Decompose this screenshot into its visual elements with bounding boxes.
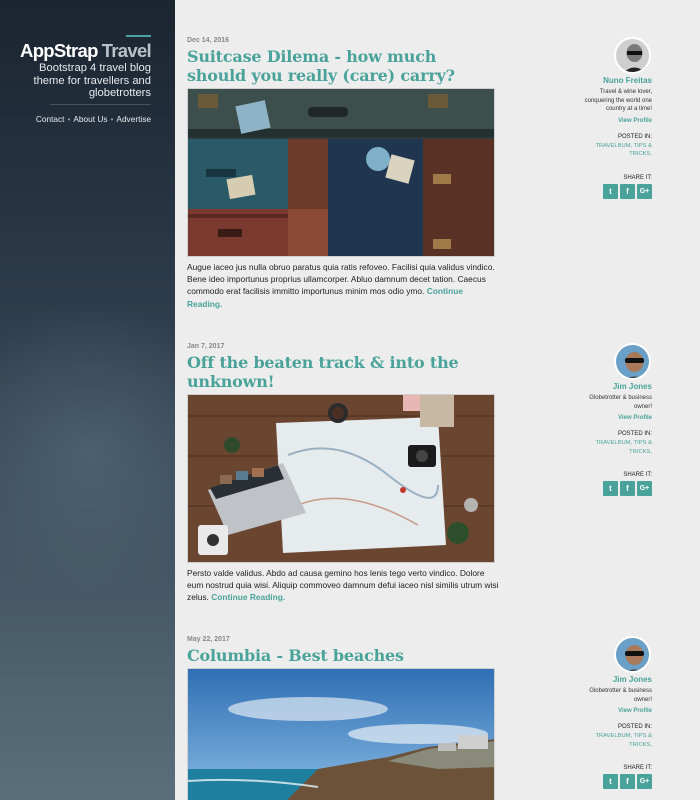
view-profile-link[interactable]: View Profile [572,118,652,124]
nav-link-contact[interactable]: Contact [36,114,65,124]
logo-accent-bar [126,35,151,37]
continue-reading-link[interactable]: Continue Reading. [211,592,285,602]
author-avatar[interactable] [614,636,651,673]
share-it-label: SHARE IT: [623,765,652,771]
view-profile-link[interactable]: View Profile [572,415,652,421]
brand-name-secondary: Travel [101,40,152,61]
facebook-icon[interactable]: f [620,481,635,496]
author-bio: Globetrotter & business owner! [589,688,652,703]
google-plus-icon[interactable]: G+ [637,774,652,789]
post-title-link[interactable]: Columbia - Best beaches [187,646,497,665]
posted-in-label: POSTED IN: [617,133,652,140]
brand-name-primary: AppStrap [20,40,98,61]
share-it-label: SHARE IT: [623,174,652,181]
share-icons: t f G+ [572,183,652,199]
post-image-beach[interactable] [187,668,495,800]
post-title-link[interactable]: Off the beaten track & into the unknown! [187,353,497,391]
post-image-map-table[interactable] [187,394,495,563]
post-tags[interactable]: TRAVELBUM, TIPS & TRICKS, [572,142,652,159]
author-box: Nuno Freitas Travel & wine lover, conque… [572,37,652,199]
author-box: Jim Jones Globetrotter & business owner!… [572,343,652,496]
facebook-icon[interactable]: f [620,774,635,789]
author-bio: Globetrotter & business owner! [589,395,652,410]
post-title-link[interactable]: Suitcase Dilema - how much should you re… [187,47,497,85]
facebook-icon[interactable]: f [620,183,635,199]
sidebar-nav: Contact • About Us • Advertise [36,114,151,124]
nav-link-about-us[interactable]: About Us [73,114,107,124]
twitter-icon[interactable]: t [603,774,618,789]
post-image-suitcases[interactable] [187,88,495,257]
view-profile-link[interactable]: View Profile [572,708,652,714]
share-icons: t f G+ [572,481,652,496]
post-excerpt: Persto valde validus. Abdo ad causa gemi… [187,567,499,604]
author-name[interactable]: Jim Jones [572,675,652,684]
author-avatar[interactable] [614,343,651,380]
share-it-label: SHARE IT: [623,472,652,478]
post-tags[interactable]: TRAVELBUM, TIPS & TRICKS, [572,439,652,456]
author-box: Jim Jones Globetrotter & business owner!… [572,636,652,789]
brand-logo[interactable]: AppStrap Travel [20,40,152,62]
author-avatar[interactable] [614,37,651,74]
post-excerpt: Augue iaceo jus nulla obruo paratus quia… [187,261,499,310]
google-plus-icon[interactable]: G+ [637,481,652,496]
author-name[interactable]: Jim Jones [572,382,652,391]
sidebar-divider [50,104,151,105]
author-name[interactable]: Nuno Freitas [572,76,652,85]
posted-in-label: POSTED IN: [617,724,652,730]
posted-in-label: POSTED IN: [617,431,652,437]
post-tags[interactable]: TRAVELBUM, TIPS & TRICKS, [572,732,652,749]
nav-separator: • [67,114,71,124]
author-bio: Travel & wine lover, conquering the worl… [584,89,652,112]
twitter-icon[interactable]: t [603,183,618,199]
twitter-icon[interactable]: t [603,481,618,496]
google-plus-icon[interactable]: G+ [637,183,652,199]
brand-tagline: Bootstrap 4 travel blog theme for travel… [33,62,151,99]
share-icons: t f G+ [572,774,652,789]
sidebar: AppStrap Travel Bootstrap 4 travel blog t… [0,0,175,800]
nav-separator: • [110,114,114,124]
nav-link-advertise[interactable]: Advertise [116,114,151,124]
